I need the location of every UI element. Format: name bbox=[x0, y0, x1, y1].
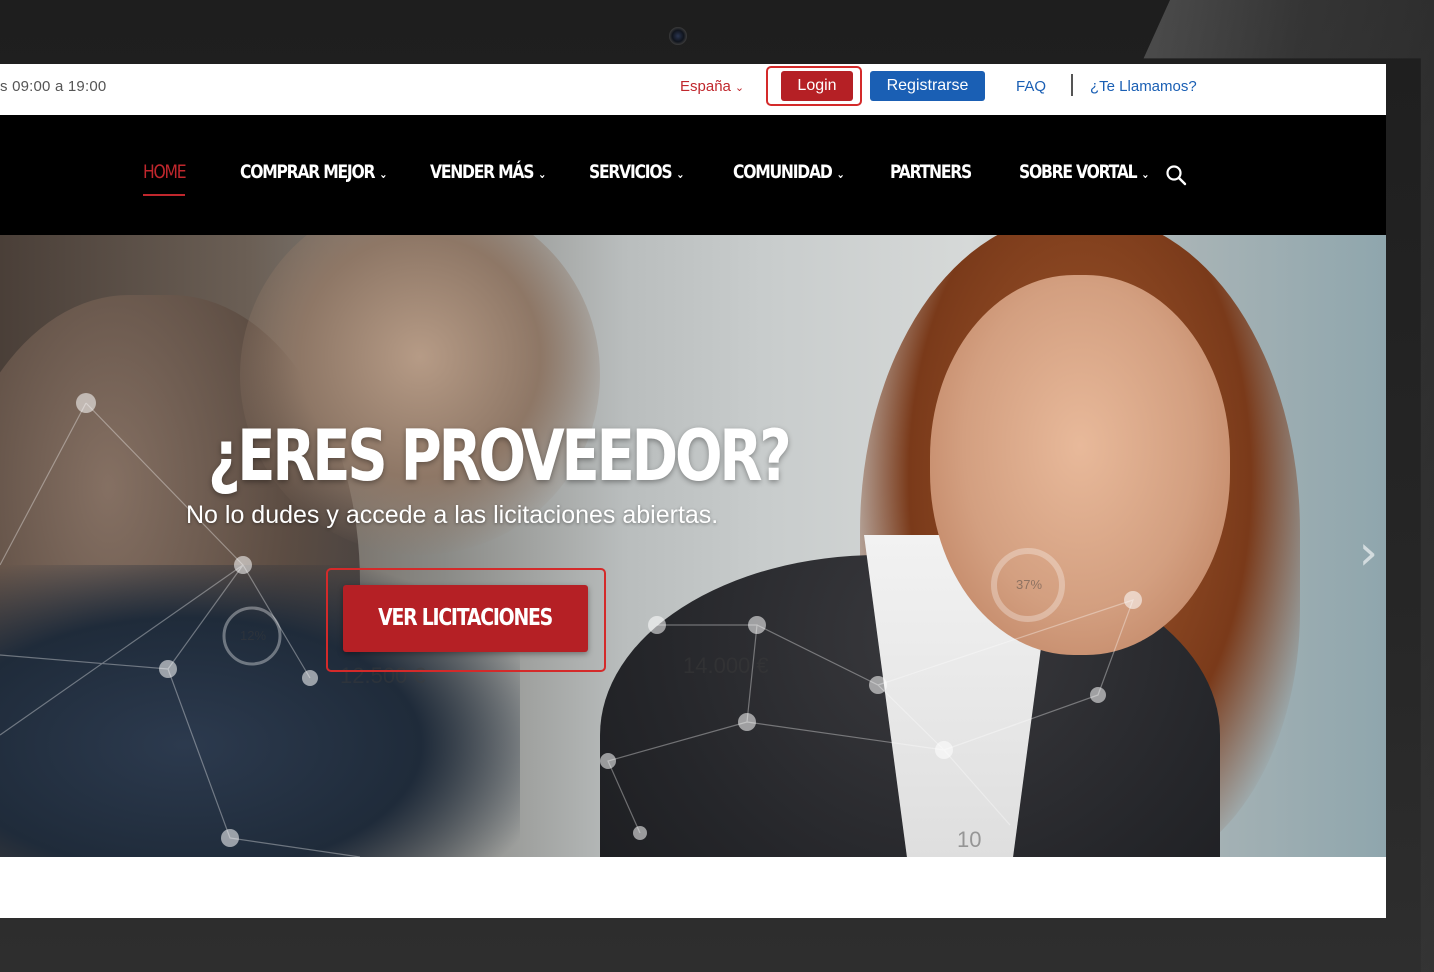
active-underline bbox=[143, 194, 185, 196]
ver-licitaciones-button[interactable]: VER LICITACIONES bbox=[343, 585, 588, 652]
overlay-stat: 10 bbox=[957, 827, 982, 852]
chevron-down-icon: ⌄ bbox=[734, 82, 745, 94]
nav-item-home[interactable]: HOME bbox=[143, 161, 187, 183]
hero-subtitle: No lo dudes y accede a las licitaciones … bbox=[186, 501, 719, 529]
utility-bar: s 09:00 a 19:00 España ⌄ Login Registrars… bbox=[0, 64, 1386, 115]
nav-item-comunidad[interactable]: COMUNIDAD ⌄ bbox=[733, 161, 845, 183]
cta-label: VER LICITACIONES bbox=[378, 605, 554, 631]
overlay-stat: 12% bbox=[240, 628, 267, 643]
nav-item-label: HOME bbox=[143, 161, 187, 183]
nav-item-label: SOBRE VORTAL bbox=[1019, 161, 1138, 183]
faq-link[interactable]: FAQ bbox=[1016, 78, 1046, 95]
nav-item-label: COMUNIDAD bbox=[733, 161, 833, 183]
page-below-hero bbox=[0, 857, 1386, 918]
callme-link[interactable]: ¿Te Llamamos? bbox=[1090, 78, 1197, 95]
nav-item-comprar-mejor[interactable]: COMPRAR MEJOR ⌄ bbox=[240, 161, 387, 183]
register-button[interactable]: Registrarse bbox=[870, 71, 985, 101]
main-nav: HOME COMPRAR MEJOR ⌄ VENDER MÁS ⌄ SERVICIO… bbox=[0, 115, 1386, 235]
search-icon[interactable] bbox=[1165, 164, 1187, 186]
nav-item-servicios[interactable]: SERVICIOS ⌄ bbox=[589, 161, 685, 183]
nav-item-label: SERVICIOS bbox=[589, 161, 673, 183]
chevron-down-icon: ⌄ bbox=[676, 167, 685, 181]
nav-item-label: COMPRAR MEJOR bbox=[240, 161, 376, 183]
business-hours: s 09:00 a 19:00 bbox=[0, 78, 107, 95]
chevron-down-icon: ⌄ bbox=[538, 167, 547, 181]
nav-item-label: VENDER MÁS bbox=[430, 161, 534, 183]
chevron-down-icon: ⌄ bbox=[379, 167, 388, 181]
nav-item-vender-mas[interactable]: VENDER MÁS ⌄ bbox=[430, 161, 546, 183]
chevron-down-icon: ⌄ bbox=[836, 167, 845, 181]
chevron-right-icon[interactable]: › bbox=[1359, 525, 1378, 581]
overlay-stat: 14.000 € bbox=[683, 653, 769, 678]
country-selector[interactable]: España ⌄ bbox=[680, 78, 744, 95]
nav-item-partners[interactable]: PARTNERS bbox=[890, 161, 972, 183]
divider bbox=[1071, 74, 1073, 96]
browser-screen: s 09:00 a 19:00 España ⌄ Login Registrars… bbox=[0, 64, 1386, 918]
nav-item-sobre-vortal[interactable]: SOBRE VORTAL ⌄ bbox=[1019, 161, 1150, 183]
nav-item-label: PARTNERS bbox=[890, 161, 972, 183]
hero-title: ¿ERES PROVEEDOR? bbox=[208, 415, 792, 497]
country-label: España bbox=[680, 78, 731, 95]
overlay-stat: 37% bbox=[1016, 577, 1043, 592]
chevron-down-icon: ⌄ bbox=[1141, 167, 1150, 181]
camera-icon bbox=[669, 27, 687, 45]
login-button[interactable]: Login bbox=[781, 71, 853, 101]
hero-banner: 12% 12.500 € 14.000 € 37% 10 ¿ERES PROVE… bbox=[0, 235, 1386, 857]
network-overlay bbox=[0, 393, 1142, 857]
